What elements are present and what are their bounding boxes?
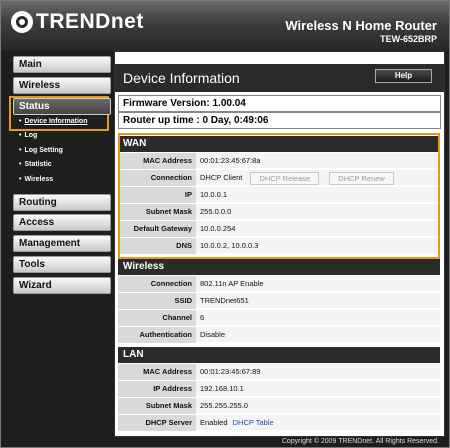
model-number: TEW-652BRP <box>380 34 437 44</box>
field-label: Subnet Mask <box>118 398 196 415</box>
sidebar-subitem-label: Log <box>24 132 38 139</box>
field-value: 6 <box>196 310 440 326</box>
field-value: TRENDnet651 <box>196 293 440 309</box>
lan-dhcp-row: DHCP Server Enabled DHCP Table <box>118 415 440 432</box>
wireless-channel-row: Channel 6 <box>118 310 440 327</box>
bullet-icon: • <box>19 147 22 154</box>
dhcp-table-link[interactable]: DHCP Table <box>233 418 274 427</box>
router-uptime: Router up time : 0 Day, 0:49:06 <box>118 112 441 129</box>
sidebar-item-access[interactable]: Access <box>13 214 111 231</box>
bullet-icon: • <box>19 132 22 139</box>
sidebar-subitem-log[interactable]: • Log <box>19 132 37 139</box>
field-value: 802.11n AP Enable <box>196 276 440 292</box>
copyright-notice: Copyright © 2009 TRENDnet. All Rights Re… <box>281 438 439 445</box>
sidebar-subitem-statistic[interactable]: • Statistic <box>19 161 52 168</box>
field-value: 00:01:23:45:67:89 <box>196 364 440 380</box>
trendnet-logo-icon <box>11 11 33 33</box>
lan-section-heading: LAN <box>118 347 440 363</box>
field-value: Disable <box>196 327 440 343</box>
wireless-auth-row: Authentication Disable <box>118 327 440 344</box>
sidebar-item-wireless[interactable]: Wireless <box>13 77 111 94</box>
wireless-section-heading: Wireless <box>118 259 440 275</box>
page-title: Device Information <box>123 70 240 86</box>
sidebar-subitem-wireless[interactable]: • Wireless <box>19 176 53 183</box>
sidebar-subitem-device-information[interactable]: • Device Information <box>19 118 87 125</box>
firmware-version: Firmware Version: 1.00.04 <box>118 95 441 112</box>
bullet-icon: • <box>19 161 22 168</box>
sidebar-subitem-log-setting[interactable]: • Log Setting <box>19 147 63 154</box>
wan-highlight-box <box>118 133 440 259</box>
field-value: 192.168.10.1 <box>196 381 440 397</box>
lan-ip-row: IP Address 192.168.10.1 <box>118 381 440 398</box>
sidebar-item-tools[interactable]: Tools <box>13 256 111 273</box>
sidebar-item-management[interactable]: Management <box>13 235 111 252</box>
sidebar-subitem-label: Statistic <box>24 161 52 168</box>
router-admin-window: TRENDnet Wireless N Home Router TEW-652B… <box>0 0 450 448</box>
wireless-connection-row: Connection 802.11n AP Enable <box>118 276 440 293</box>
field-label: MAC Address <box>118 364 196 381</box>
field-label: Connection <box>118 276 196 293</box>
field-label: DHCP Server <box>118 415 196 432</box>
help-button[interactable]: Help <box>375 69 432 83</box>
sidebar-item-routing[interactable]: Routing <box>13 194 111 211</box>
dhcp-status: Enabled <box>200 418 228 427</box>
field-value: Enabled DHCP Table <box>196 415 440 431</box>
wireless-ssid-row: SSID TRENDnet651 <box>118 293 440 310</box>
sidebar-subitem-label: Wireless <box>24 176 54 183</box>
page-title-bar: Device Information Help <box>115 64 444 92</box>
sidebar-subitem-label: Device Information <box>24 118 88 125</box>
field-label: Channel <box>118 310 196 327</box>
header: TRENDnet Wireless N Home Router TEW-652B… <box>1 1 449 51</box>
bullet-icon: • <box>19 118 22 125</box>
bullet-icon: • <box>19 176 22 183</box>
field-value: 255.255.255.0 <box>196 398 440 414</box>
field-label: IP Address <box>118 381 196 398</box>
brand-logo-text: TRENDnet <box>36 10 144 33</box>
sidebar-item-wizard[interactable]: Wizard <box>13 277 111 294</box>
sidebar-item-main[interactable]: Main <box>13 56 111 73</box>
lan-mac-row: MAC Address 00:01:23:45:67:89 <box>118 364 440 381</box>
product-name: Wireless N Home Router <box>285 18 437 33</box>
sidebar-item-status[interactable]: Status <box>13 98 111 115</box>
lan-subnet-row: Subnet Mask 255.255.255.0 <box>118 398 440 415</box>
sidebar: Main Wireless Status • Device Information… <box>1 51 114 447</box>
sidebar-subitem-label: Log Setting <box>24 147 63 154</box>
field-label: Authentication <box>118 327 196 344</box>
field-label: SSID <box>118 293 196 310</box>
